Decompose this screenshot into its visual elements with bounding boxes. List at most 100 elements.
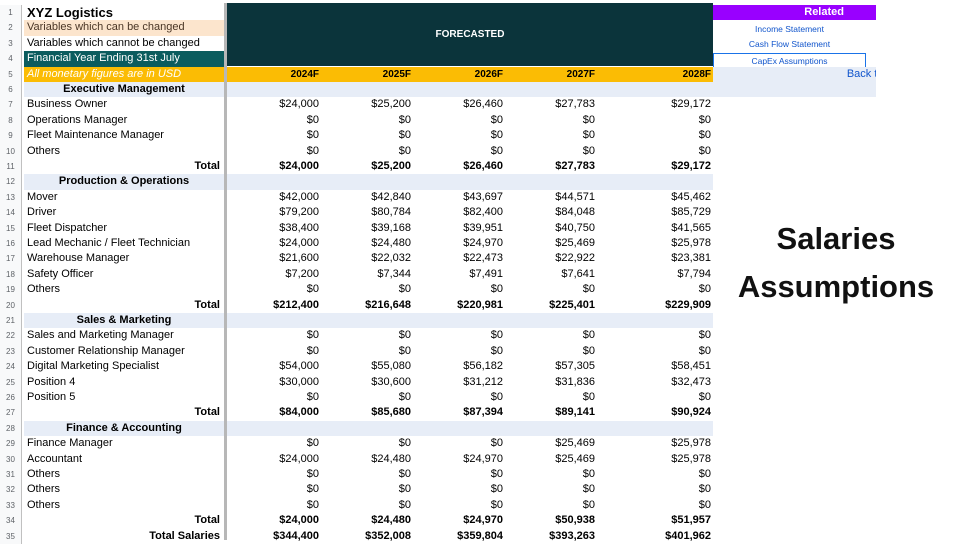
total-value-cell[interactable]: $87,394 xyxy=(413,405,505,420)
salary-value-cell[interactable]: $25,469 xyxy=(505,236,597,251)
total-value-cell[interactable]: $50,938 xyxy=(505,513,597,528)
section-title[interactable]: Executive Management xyxy=(24,82,224,97)
forecasted-header[interactable]: FORECASTED xyxy=(227,3,713,66)
salary-value-cell[interactable]: $42,000 xyxy=(227,190,321,205)
salary-value-cell[interactable]: $0 xyxy=(321,390,413,405)
salary-value-cell[interactable]: $0 xyxy=(505,482,597,497)
total-value-cell[interactable]: $90,924 xyxy=(597,405,713,420)
salary-value-cell[interactable]: $0 xyxy=(413,436,505,451)
salary-value-cell[interactable]: $0 xyxy=(227,390,321,405)
salary-value-cell[interactable]: $25,978 xyxy=(597,452,713,467)
salary-value-cell[interactable]: $79,200 xyxy=(227,205,321,220)
link-cash-flow-statement[interactable]: Cash Flow Statement xyxy=(713,37,866,52)
salary-value-cell[interactable]: $30,000 xyxy=(227,375,321,390)
salary-value-cell[interactable]: $0 xyxy=(505,128,597,143)
section-title[interactable]: Finance & Accounting xyxy=(24,421,224,436)
salary-value-cell[interactable]: $0 xyxy=(505,282,597,297)
salary-value-cell[interactable]: $0 xyxy=(597,344,713,359)
position-label[interactable]: Sales and Marketing Manager xyxy=(24,328,224,343)
salary-value-cell[interactable]: $0 xyxy=(413,344,505,359)
position-label[interactable]: Operations Manager xyxy=(24,113,224,128)
salary-value-cell[interactable]: $55,080 xyxy=(321,359,413,374)
salary-value-cell[interactable]: $44,571 xyxy=(505,190,597,205)
position-label[interactable]: Position 5 xyxy=(24,390,224,405)
salary-value-cell[interactable]: $24,480 xyxy=(321,452,413,467)
section-title[interactable]: Sales & Marketing xyxy=(24,313,224,328)
position-label[interactable]: Safety Officer xyxy=(24,267,224,282)
position-label[interactable]: Lead Mechanic / Fleet Technician xyxy=(24,236,224,251)
salary-value-cell[interactable]: $24,000 xyxy=(227,236,321,251)
salary-value-cell[interactable]: $0 xyxy=(321,498,413,513)
salary-value-cell[interactable]: $24,000 xyxy=(227,97,321,112)
salary-value-cell[interactable]: $0 xyxy=(413,113,505,128)
salary-value-cell[interactable]: $7,200 xyxy=(227,267,321,282)
salary-value-cell[interactable]: $84,048 xyxy=(505,205,597,220)
salary-value-cell[interactable]: $0 xyxy=(413,482,505,497)
salary-value-cell[interactable]: $25,978 xyxy=(597,236,713,251)
salary-value-cell[interactable]: $39,168 xyxy=(321,221,413,236)
salary-value-cell[interactable]: $85,729 xyxy=(597,205,713,220)
position-label[interactable]: Mover xyxy=(24,190,224,205)
currency-note[interactable]: All monetary figures are in USD xyxy=(24,66,224,82)
salary-value-cell[interactable]: $27,783 xyxy=(505,97,597,112)
salary-value-cell[interactable]: $0 xyxy=(321,113,413,128)
salary-value-cell[interactable]: $0 xyxy=(227,498,321,513)
total-value-cell[interactable]: $29,172 xyxy=(597,159,713,174)
total-value-cell[interactable]: $51,957 xyxy=(597,513,713,528)
salary-value-cell[interactable]: $0 xyxy=(227,282,321,297)
total-value-cell[interactable]: $216,648 xyxy=(321,298,413,313)
link-income-statement[interactable]: Income Statement xyxy=(713,22,866,37)
salary-value-cell[interactable]: $24,970 xyxy=(413,452,505,467)
position-label[interactable]: Driver xyxy=(24,205,224,220)
total-value-cell[interactable]: $27,783 xyxy=(505,159,597,174)
salary-value-cell[interactable]: $0 xyxy=(597,328,713,343)
salary-value-cell[interactable]: $0 xyxy=(597,113,713,128)
total-value-cell[interactable]: $401,962 xyxy=(597,529,713,544)
salary-value-cell[interactable]: $25,469 xyxy=(505,452,597,467)
year-header[interactable]: 2026F xyxy=(413,66,505,82)
total-value-cell[interactable]: $225,401 xyxy=(505,298,597,313)
salary-value-cell[interactable]: $42,840 xyxy=(321,190,413,205)
salary-value-cell[interactable]: $80,784 xyxy=(321,205,413,220)
salary-value-cell[interactable]: $25,200 xyxy=(321,97,413,112)
salary-value-cell[interactable]: $45,462 xyxy=(597,190,713,205)
salary-value-cell[interactable]: $24,970 xyxy=(413,236,505,251)
salary-value-cell[interactable]: $23,381 xyxy=(597,251,713,266)
salary-value-cell[interactable]: $0 xyxy=(597,282,713,297)
total-value-cell[interactable]: $352,008 xyxy=(321,529,413,544)
total-value-cell[interactable]: $24,480 xyxy=(321,513,413,528)
salary-value-cell[interactable]: $24,480 xyxy=(321,236,413,251)
salary-value-cell[interactable]: $31,836 xyxy=(505,375,597,390)
salary-value-cell[interactable]: $7,491 xyxy=(413,267,505,282)
position-label[interactable]: Others xyxy=(24,144,224,159)
frozen-column-divider[interactable] xyxy=(224,3,227,540)
salary-value-cell[interactable]: $22,922 xyxy=(505,251,597,266)
total-value-cell[interactable]: $84,000 xyxy=(227,405,321,420)
salary-value-cell[interactable]: $7,641 xyxy=(505,267,597,282)
total-label[interactable]: Total xyxy=(24,298,224,313)
salary-value-cell[interactable]: $7,344 xyxy=(321,267,413,282)
salary-value-cell[interactable]: $40,750 xyxy=(505,221,597,236)
salary-value-cell[interactable]: $41,565 xyxy=(597,221,713,236)
total-value-cell[interactable]: $25,200 xyxy=(321,159,413,174)
section-title[interactable]: Production & Operations xyxy=(24,174,224,189)
salary-value-cell[interactable]: $0 xyxy=(413,282,505,297)
salary-value-cell[interactable]: $7,794 xyxy=(597,267,713,282)
salary-value-cell[interactable]: $0 xyxy=(505,344,597,359)
position-label[interactable]: Others xyxy=(24,467,224,482)
salary-value-cell[interactable]: $0 xyxy=(321,344,413,359)
total-value-cell[interactable]: $24,000 xyxy=(227,159,321,174)
salary-value-cell[interactable]: $57,305 xyxy=(505,359,597,374)
total-label[interactable]: Total xyxy=(24,405,224,420)
total-value-cell[interactable]: $26,460 xyxy=(413,159,505,174)
salary-value-cell[interactable]: $0 xyxy=(413,328,505,343)
salary-value-cell[interactable]: $0 xyxy=(505,113,597,128)
salary-value-cell[interactable]: $0 xyxy=(227,328,321,343)
salary-value-cell[interactable]: $54,000 xyxy=(227,359,321,374)
salary-value-cell[interactable]: $25,469 xyxy=(505,436,597,451)
salary-value-cell[interactable]: $39,951 xyxy=(413,221,505,236)
salary-value-cell[interactable]: $32,473 xyxy=(597,375,713,390)
salary-value-cell[interactable]: $0 xyxy=(597,467,713,482)
salary-value-cell[interactable]: $0 xyxy=(227,467,321,482)
salary-value-cell[interactable]: $0 xyxy=(413,144,505,159)
